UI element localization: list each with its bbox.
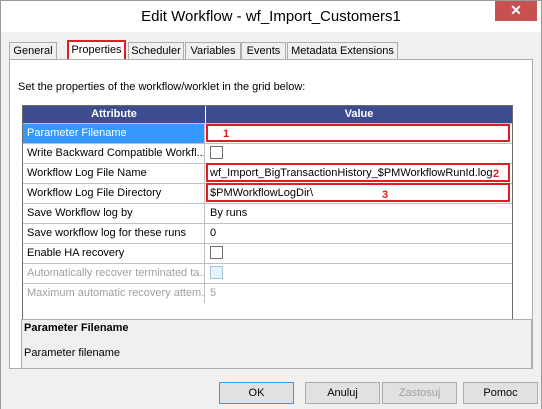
tab-general[interactable]: General — [9, 42, 57, 60]
help-title: Parameter Filename — [24, 322, 129, 334]
attribute-cell: Save Workflow log by — [23, 204, 205, 223]
edit-workflow-dialog: Edit Workflow - wf_Import_Customers1 ✕ G… — [0, 0, 542, 409]
save-log-runs-input[interactable]: 0 — [206, 224, 512, 243]
row-max-auto-recovery: Maximum automatic recovery attem... 5 — [23, 283, 512, 303]
apply-button: Zastosuj — [382, 382, 457, 404]
attribute-cell: Parameter Filename — [23, 124, 205, 143]
row-enable-ha-recovery[interactable]: Enable HA recovery — [23, 243, 512, 263]
write-backward-compatible-checkbox[interactable] — [210, 145, 223, 159]
enable-ha-recovery-checkbox[interactable] — [210, 245, 223, 259]
window-title: Edit Workflow - wf_Import_Customers1 — [141, 8, 401, 25]
workflow-log-file-directory-input[interactable]: $PMWorkflowLogDir\ — [206, 184, 512, 203]
tab-scheduler[interactable]: Scheduler — [128, 42, 184, 60]
value-cell — [206, 244, 512, 263]
tab-metadata-extensions[interactable]: Metadata Extensions — [287, 42, 398, 60]
auto-recover-checkbox — [210, 265, 223, 279]
row-save-workflow-log-by[interactable]: Save Workflow log by By runs — [23, 203, 512, 223]
value-cell — [206, 264, 512, 283]
attribute-cell: Enable HA recovery — [23, 244, 205, 263]
annotation-number-3: 3 — [382, 189, 389, 201]
value-column-header[interactable]: Value — [206, 106, 512, 123]
attribute-cell: Maximum automatic recovery attem... — [23, 284, 205, 303]
save-workflow-log-by-select[interactable]: By runs — [206, 204, 512, 223]
close-icon[interactable]: ✕ — [495, 1, 537, 21]
row-workflow-log-file-name[interactable]: Workflow Log File Name wf_Import_BigTran… — [23, 163, 512, 183]
title-bar: Edit Workflow - wf_Import_Customers1 ✕ — [1, 1, 541, 32]
dialog-body: General Properties Scheduler Variables E… — [1, 32, 541, 409]
workflow-log-file-name-input[interactable]: wf_Import_BigTransactionHistory_$PMWorkf… — [206, 164, 512, 183]
help-description: Parameter filename — [24, 347, 120, 359]
row-parameter-filename[interactable]: Parameter Filename — [23, 123, 512, 143]
attribute-cell: Workflow Log File Directory — [23, 184, 205, 203]
attribute-cell: Workflow Log File Name — [23, 164, 205, 183]
help-panel: Parameter Filename Parameter filename — [21, 319, 532, 369]
properties-description: Set the properties of the workflow/workl… — [18, 81, 306, 93]
annotation-number-2: 2 — [493, 168, 500, 180]
ok-button[interactable]: OK — [219, 382, 294, 404]
max-auto-recovery-input: 5 — [210, 287, 217, 299]
attribute-column-header[interactable]: Attribute — [23, 106, 206, 123]
grid-header: Attribute Value — [23, 106, 512, 123]
row-write-backward-compatible[interactable]: Write Backward Compatible Workfl... — [23, 143, 512, 163]
tab-variables[interactable]: Variables — [185, 42, 241, 60]
attribute-cell: Save workflow log for these runs — [23, 224, 205, 243]
row-workflow-log-file-directory[interactable]: Workflow Log File Directory $PMWorkflowL… — [23, 183, 512, 203]
attribute-cell: Write Backward Compatible Workfl... — [23, 144, 205, 163]
properties-grid: Attribute Value Parameter Filename Write… — [22, 105, 513, 335]
cancel-button[interactable]: Anuluj — [305, 382, 380, 404]
help-button[interactable]: Pomoc — [463, 382, 538, 404]
value-cell — [206, 144, 512, 163]
row-save-log-runs[interactable]: Save workflow log for these runs 0 — [23, 223, 512, 243]
parameter-filename-input[interactable] — [206, 124, 512, 143]
row-auto-recover: Automatically recover terminated ta... — [23, 263, 512, 283]
attribute-cell: Automatically recover terminated ta... — [23, 264, 205, 283]
tab-events[interactable]: Events — [241, 42, 286, 60]
annotation-number-1: 1 — [223, 128, 230, 140]
